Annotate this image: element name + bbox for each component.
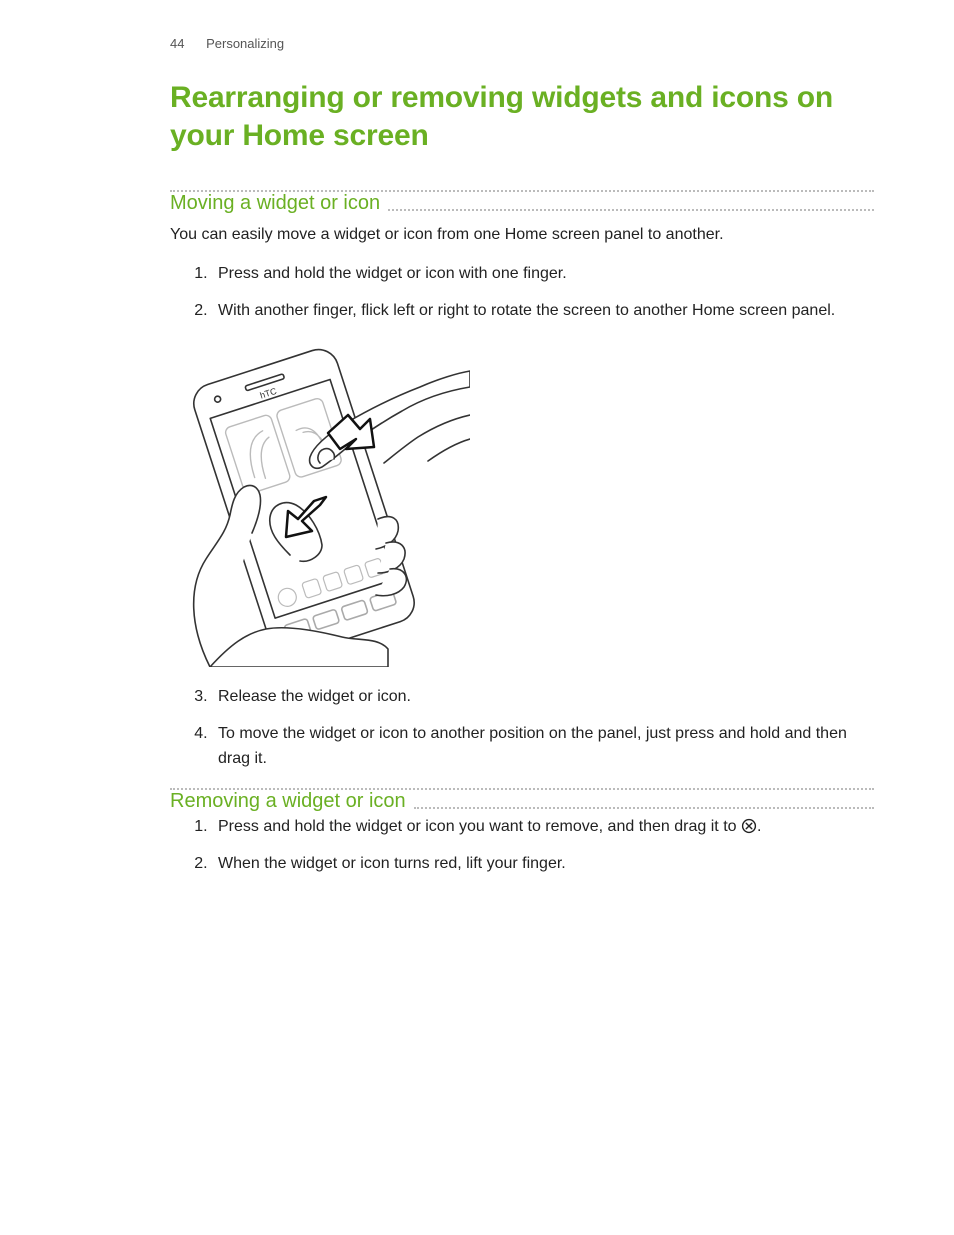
removing-step-1-prefix: Press and hold the widget or icon you wa…	[218, 818, 741, 835]
removing-step-1: Press and hold the widget or icon you wa…	[212, 815, 874, 840]
gesture-illustration: hTC	[170, 337, 874, 667]
section-heading-removing: Removing a widget or icon	[170, 790, 408, 813]
removing-step-2: When the widget or icon turns red, lift …	[212, 852, 874, 877]
moving-intro: You can easily move a widget or icon fro…	[170, 223, 874, 248]
moving-steps-1-2: Press and hold the widget or icon with o…	[170, 262, 874, 324]
moving-step-2: With another finger, flick left or right…	[212, 299, 874, 324]
section-heading-moving: Moving a widget or icon	[170, 192, 382, 215]
remove-circle-icon	[741, 818, 757, 834]
page-title: Rearranging or removing widgets and icon…	[170, 79, 874, 154]
divider	[170, 786, 874, 788]
section-name: Personalizing	[206, 36, 284, 51]
section-heading-row: Moving a widget or icon	[170, 192, 874, 215]
moving-step-4: To move the widget or icon to another po…	[212, 722, 874, 772]
section-heading-row: Removing a widget or icon	[170, 790, 874, 813]
moving-steps-3-4: Release the widget or icon. To move the …	[170, 685, 874, 771]
moving-step-3: Release the widget or icon.	[212, 685, 874, 710]
running-header: 44 Personalizing	[170, 36, 874, 51]
page: 44 Personalizing Rearranging or removing…	[0, 0, 954, 1235]
removing-steps: Press and hold the widget or icon you wa…	[170, 815, 874, 877]
divider	[170, 188, 874, 190]
moving-step-1: Press and hold the widget or icon with o…	[212, 262, 874, 287]
page-number: 44	[170, 36, 184, 51]
removing-step-1-suffix: .	[757, 818, 761, 835]
